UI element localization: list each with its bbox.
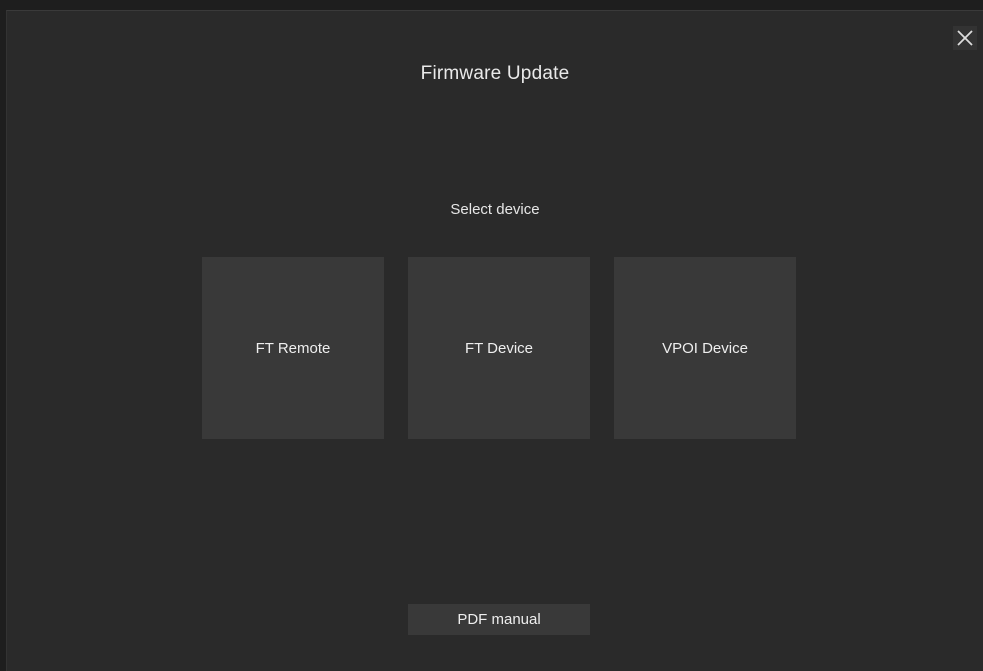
device-tile-label: FT Device [464,339,534,357]
device-tile-vpoi-device[interactable]: VPOI Device [614,257,796,439]
window-frame: Firmware Update Select device FT Remote … [0,0,983,671]
pdf-manual-button[interactable]: PDF manual [408,604,590,635]
device-tile-ft-remote[interactable]: FT Remote [202,257,384,439]
device-tile-label: VPOI Device [662,339,748,357]
select-device-label: Select device [450,201,540,218]
firmware-update-dialog: Firmware Update Select device FT Remote … [6,10,983,671]
dialog-title: Firmware Update [420,63,570,84]
close-button[interactable] [953,26,977,50]
pdf-manual-label: PDF manual [457,611,541,628]
device-tile-label: FT Remote [255,339,331,357]
close-icon [956,29,974,47]
device-tile-ft-device[interactable]: FT Device [408,257,590,439]
